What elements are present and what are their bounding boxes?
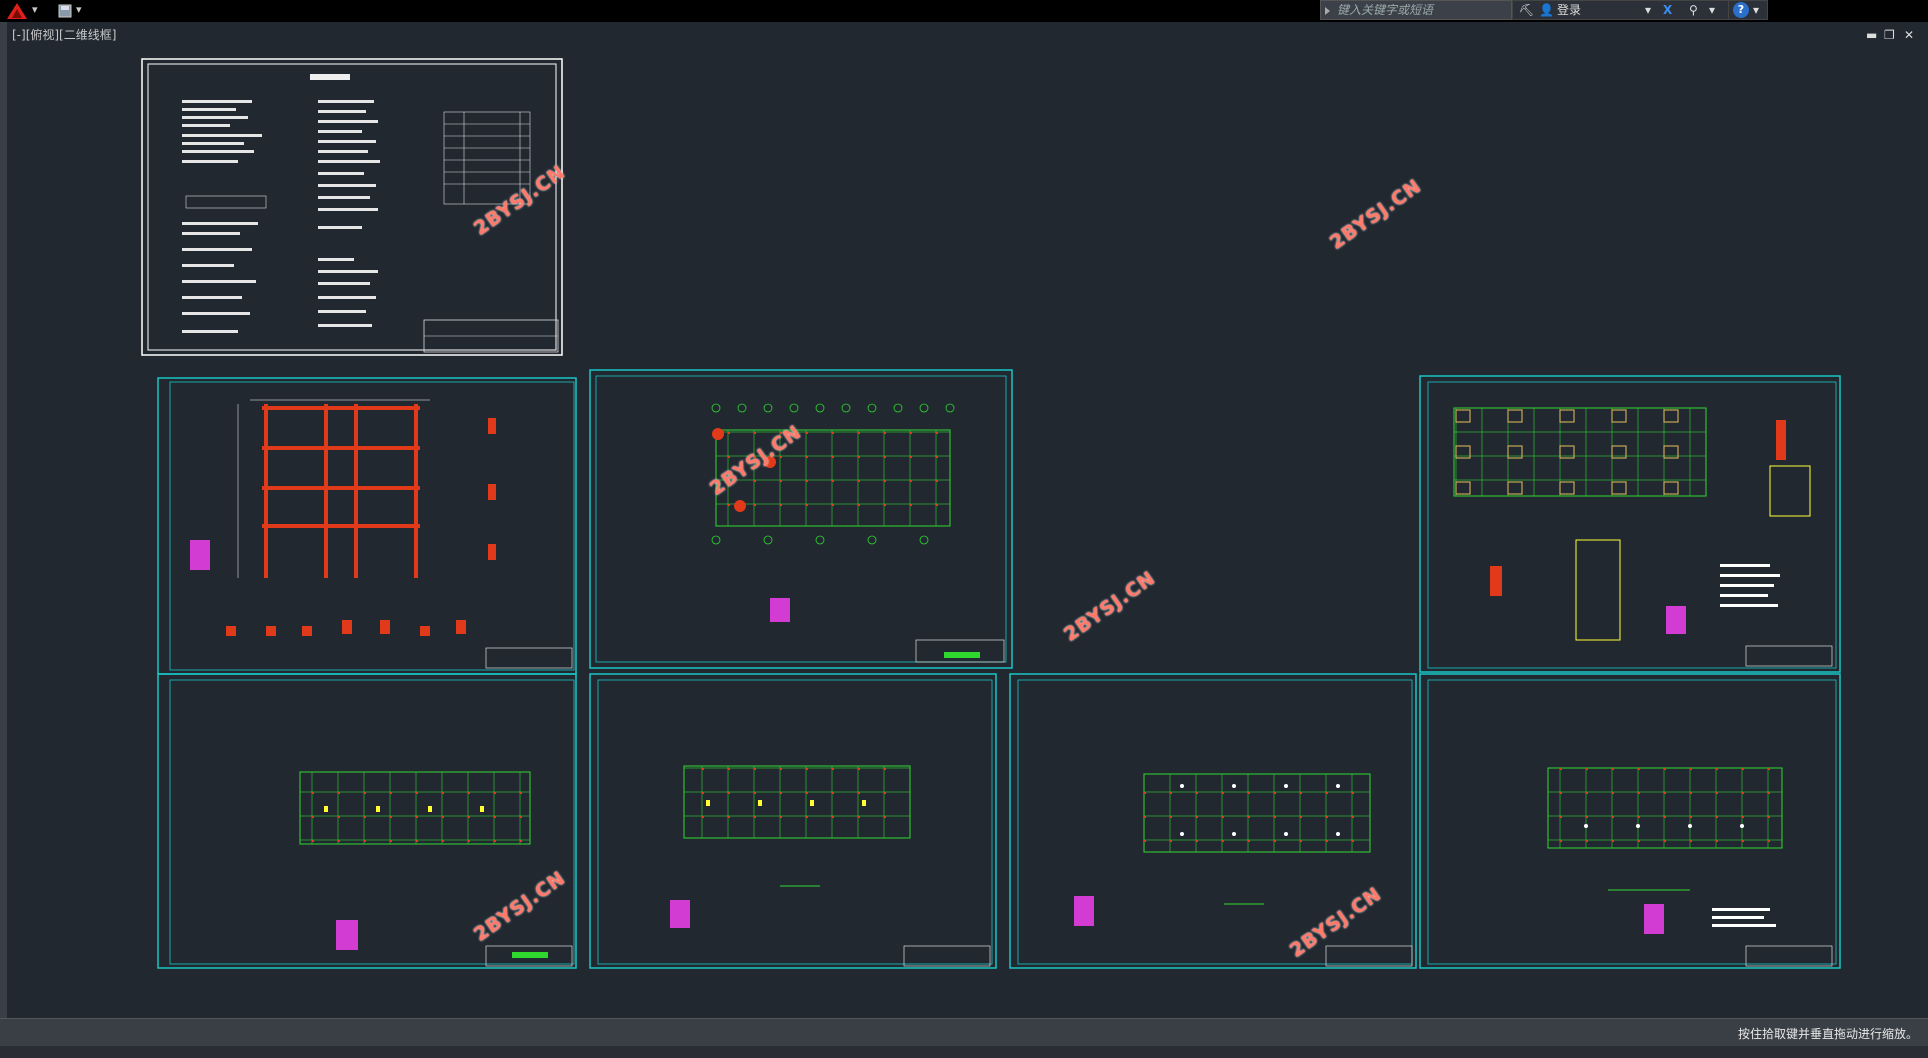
title-bar: ▾ ▾ 键入关键字或短语 ⛏ 👤 登录 ▾ X ⚲ ▾ ? ▾ <box>0 0 1928 22</box>
drawing-canvas[interactable] <box>0 22 1928 1018</box>
exchange-icon[interactable]: X <box>1663 1 1672 19</box>
help-group: ? ▾ <box>1728 0 1768 20</box>
connect-dropdown-icon[interactable]: ▾ <box>1709 1 1715 19</box>
sheet-floor-plan-2[interactable] <box>589 673 997 969</box>
bottom-strip <box>0 1046 1928 1058</box>
help-button[interactable]: ? <box>1733 2 1749 18</box>
notes-text-block <box>182 100 380 333</box>
login-button[interactable]: 登录 <box>1557 1 1581 19</box>
status-bar: 按住拾取键并垂直拖动进行缩放。 <box>0 1018 1928 1047</box>
sheet-frame-elevation[interactable] <box>157 377 577 675</box>
binoculars-icon[interactable]: ⛏ <box>1519 1 1534 19</box>
save-icon[interactable] <box>58 4 72 18</box>
status-message: 按住拾取键并垂直拖动进行缩放。 <box>1737 1027 1918 1041</box>
connect-icon[interactable]: ⚲ <box>1689 1 1698 19</box>
help-dropdown-icon[interactable]: ▾ <box>1753 1 1759 19</box>
infocenter-group: ⛏ 👤 登录 ▾ X ⚲ ▾ <box>1512 0 1762 20</box>
sheet-foundation-plan[interactable] <box>1419 375 1841 673</box>
sheet-slab-plan[interactable] <box>1009 673 1417 969</box>
sheet-column-plan[interactable] <box>589 369 1013 669</box>
user-icon[interactable]: 👤 <box>1539 1 1554 19</box>
search-input[interactable]: 键入关键字或短语 <box>1320 0 1512 20</box>
app-menu-dropdown-icon[interactable]: ▾ <box>32 3 38 19</box>
autocad-logo-icon[interactable] <box>6 2 28 20</box>
quick-access-dropdown-icon[interactable]: ▾ <box>76 3 82 19</box>
login-dropdown-icon[interactable]: ▾ <box>1645 1 1651 19</box>
sheet-roof-plan[interactable] <box>1419 673 1841 969</box>
